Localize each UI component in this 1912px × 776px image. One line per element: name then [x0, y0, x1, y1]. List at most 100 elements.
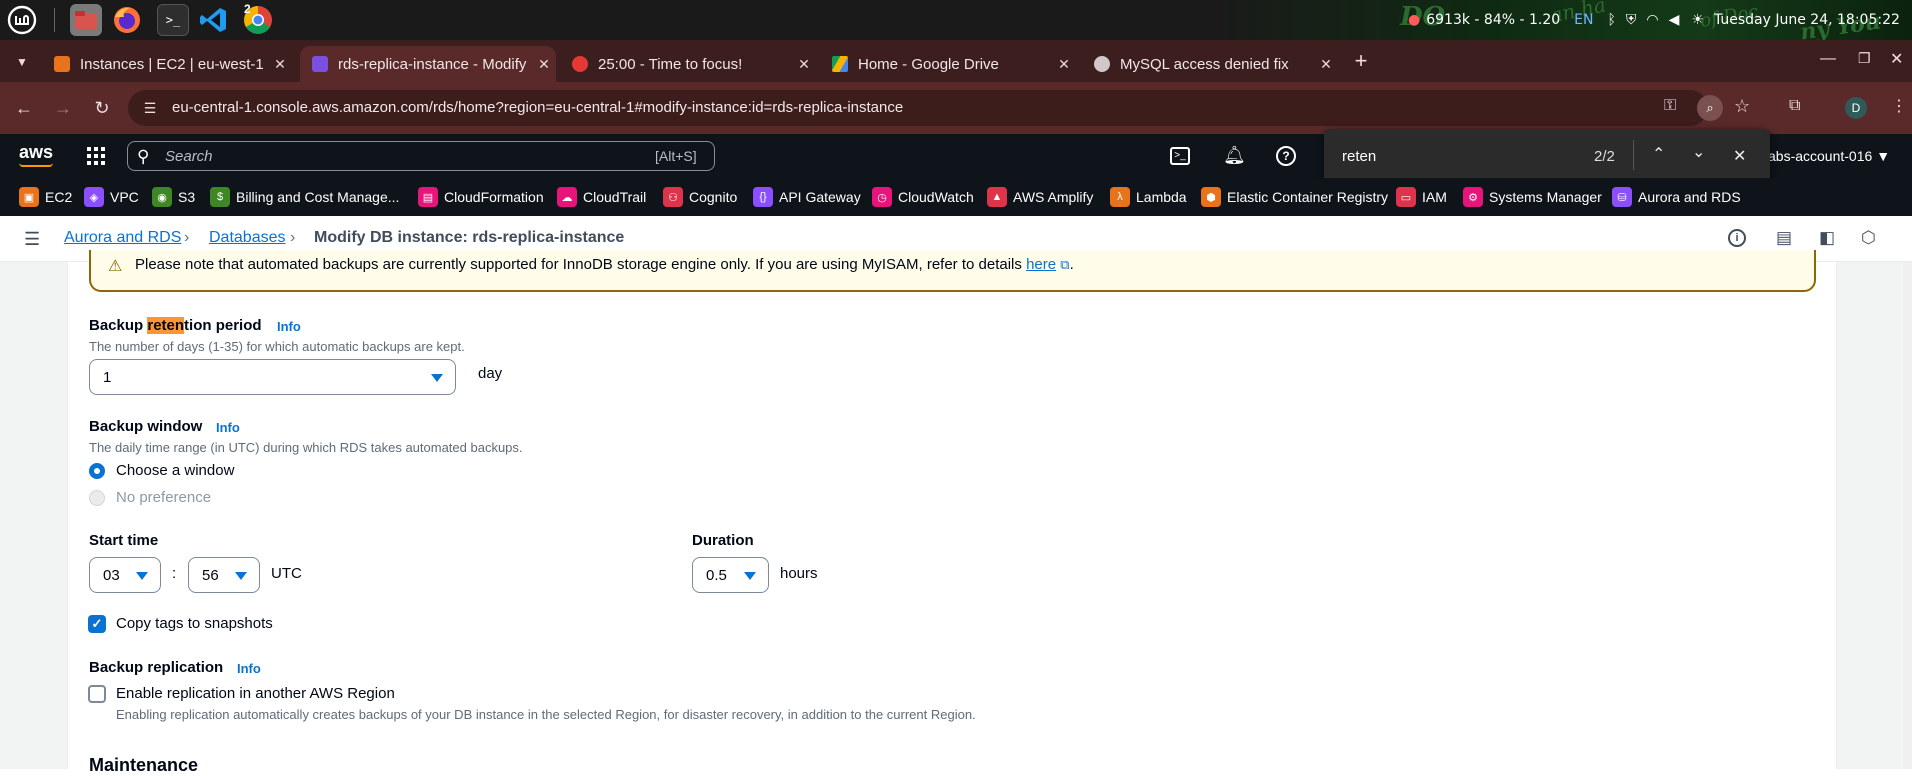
bookmark-label: CloudFormation	[444, 189, 544, 205]
aws-logo[interactable]: aws	[19, 142, 53, 163]
radio-choose-window-label[interactable]: Choose a window	[116, 462, 234, 479]
tab-close-icon[interactable]: ✕	[532, 56, 556, 73]
copy-tags-label[interactable]: Copy tags to snapshots	[116, 615, 273, 632]
maximize-icon[interactable]: ❐	[1858, 50, 1871, 67]
forward-icon[interactable]: →	[52, 97, 74, 119]
tab-search-chevron-icon[interactable]: ▼	[10, 50, 34, 74]
bookmark-lambda[interactable]: λ Lambda	[1110, 186, 1187, 208]
bluetooth-icon[interactable]: ᛒ	[1607, 12, 1615, 28]
tab-close-icon[interactable]: ✕	[1314, 56, 1338, 73]
bookmark-s3[interactable]: ◉ S3	[152, 186, 195, 208]
bookmark-aurora-rds[interactable]: ⛁ Aurora and RDS	[1612, 186, 1741, 208]
enable-replication-label[interactable]: Enable replication in another AWS Region	[116, 685, 395, 702]
notifications-bell-icon[interactable]: 🔔︎	[1223, 145, 1246, 166]
copy-tags-checkbox[interactable]: ✓	[88, 615, 106, 633]
tab-close-icon[interactable]: ✕	[792, 56, 816, 73]
bookmark-star-icon[interactable]: ☆	[1734, 96, 1750, 117]
warning-here-link[interactable]: here	[1026, 256, 1056, 273]
chrome-menu-icon[interactable]: ⋮	[1891, 96, 1907, 116]
bookmark-label: S3	[178, 189, 196, 205]
breadcrumb-databases[interactable]: Databases	[209, 229, 286, 247]
clock[interactable]: Tuesday June 24, 18:05:22	[1714, 12, 1900, 28]
password-key-icon[interactable]: ⚿	[1664, 97, 1676, 115]
browser-tab-active[interactable]: rds-replica-instance - Modify ✕	[300, 46, 556, 82]
start-hour-select[interactable]: 03	[89, 557, 161, 593]
radio-no-preference-label[interactable]: No preference	[116, 489, 211, 506]
find-next-icon[interactable]: ⌄	[1692, 142, 1705, 162]
volume-icon[interactable]: ◀	[1669, 12, 1680, 28]
profile-avatar[interactable]: D	[1845, 97, 1867, 119]
find-prev-icon[interactable]: ⌃	[1652, 144, 1665, 164]
keyboard-lang[interactable]: EN	[1574, 12, 1593, 28]
bookmark-cloudwatch[interactable]: ◷ CloudWatch	[872, 186, 974, 208]
radio-choose-window[interactable]	[89, 463, 105, 479]
bookmark-api-gateway[interactable]: {} API Gateway	[753, 186, 861, 208]
bookmark-ecr[interactable]: ⬢ Elastic Container Registry	[1201, 186, 1388, 208]
bookmark-vpc[interactable]: ◈ VPC	[84, 186, 139, 208]
back-icon[interactable]: ←	[13, 97, 35, 119]
browser-tab[interactable]: Instances | EC2 | eu-west-1 ✕	[44, 46, 292, 82]
duration-unit: hours	[780, 565, 818, 582]
browser-tab[interactable]: 25:00 - Time to focus! ✕	[560, 46, 816, 82]
account-menu[interactable]: abs-account-016 ▼	[1768, 148, 1890, 164]
find-close-icon[interactable]: ✕	[1733, 146, 1746, 166]
mint-menu-icon[interactable]	[6, 4, 38, 36]
backup-replication-info-link[interactable]: Info	[237, 661, 261, 676]
bookmark-label: Lambda	[1136, 189, 1187, 205]
tab-close-icon[interactable]: ✕	[1052, 56, 1076, 73]
breadcrumb-aurora-rds[interactable]: Aurora and RDS	[64, 229, 181, 247]
close-window-icon[interactable]: ✕	[1890, 49, 1903, 69]
bookmark-cognito[interactable]: ⚇ Cognito	[663, 186, 737, 208]
duration-select[interactable]: 0.5	[692, 557, 769, 593]
bookmark-systems-manager[interactable]: ⚙ Systems Manager	[1463, 186, 1602, 208]
timezone-label: UTC	[271, 565, 302, 582]
start-minute-select[interactable]: 56	[188, 557, 260, 593]
side-nav-toggle-icon[interactable]: ☰	[24, 229, 40, 250]
find-in-page-icon[interactable]: ⌕	[1697, 95, 1723, 121]
page-scrollbar[interactable]	[1903, 262, 1912, 769]
tools-panel-icon[interactable]: ◧	[1819, 228, 1835, 248]
info-panel-icon[interactable]: i	[1728, 229, 1746, 247]
browser-tab[interactable]: Home - Google Drive ✕	[820, 46, 1076, 82]
api-gateway-icon: {}	[753, 187, 773, 207]
help-icon[interactable]: ?	[1276, 146, 1296, 166]
site-info-icon[interactable]: ☰	[139, 97, 161, 119]
vscode-icon[interactable]	[198, 4, 230, 36]
terminal-icon[interactable]: >_	[157, 4, 189, 36]
tab-close-icon[interactable]: ✕	[268, 56, 292, 73]
feedback-icon[interactable]: ▤	[1776, 228, 1792, 248]
reload-icon[interactable]: ↻	[91, 97, 113, 119]
bookmark-billing[interactable]: $ Billing and Cost Manage...	[210, 186, 399, 208]
backup-retention-info-link[interactable]: Info	[277, 319, 301, 334]
firefox-icon[interactable]	[111, 4, 143, 36]
bookmark-ec2[interactable]: ▣ EC2	[19, 186, 72, 208]
chevron-right-icon: ›	[290, 229, 296, 246]
backup-window-info-link[interactable]: Info	[216, 420, 240, 435]
bookmark-iam[interactable]: ▭ IAM	[1396, 186, 1447, 208]
enable-replication-checkbox[interactable]	[88, 685, 106, 703]
extensions-icon[interactable]: ⧉	[1789, 97, 1800, 115]
bookmark-cloudformation[interactable]: ▤ CloudFormation	[418, 186, 544, 208]
start-minute-value: 56	[202, 566, 219, 584]
find-query-input[interactable]: reten	[1342, 148, 1376, 165]
shield-icon[interactable]: ⛨	[1626, 12, 1637, 28]
browser-tab[interactable]: MySQL access denied fix ✕	[1082, 46, 1338, 82]
minimize-icon[interactable]: —	[1820, 50, 1836, 68]
aws-search-input[interactable]	[127, 141, 715, 171]
brightness-icon[interactable]: ☀	[1691, 12, 1704, 28]
backup-retention-select[interactable]: 1	[89, 359, 456, 395]
radio-no-preference[interactable]	[89, 490, 105, 506]
files-folder-icon[interactable]	[70, 4, 102, 36]
url-text[interactable]: eu-central-1.console.aws.amazon.com/rds/…	[172, 99, 903, 116]
wifi-icon[interactable]: ◠	[1646, 12, 1658, 28]
services-grid-icon[interactable]	[86, 146, 106, 166]
taskbar-separator	[54, 8, 55, 32]
settings-hex-icon[interactable]: ⬡	[1861, 228, 1876, 248]
cloudshell-icon[interactable]: >_	[1170, 147, 1190, 165]
new-tab-icon[interactable]: +	[1348, 48, 1374, 74]
find-highlight: reten	[147, 317, 185, 334]
external-link-icon[interactable]: ⧉	[1060, 257, 1069, 272]
bookmark-cloudtrail[interactable]: ☁ CloudTrail	[557, 186, 646, 208]
rds-icon: ⛁	[1612, 187, 1632, 207]
bookmark-amplify[interactable]: ▲ AWS Amplify	[987, 186, 1093, 208]
